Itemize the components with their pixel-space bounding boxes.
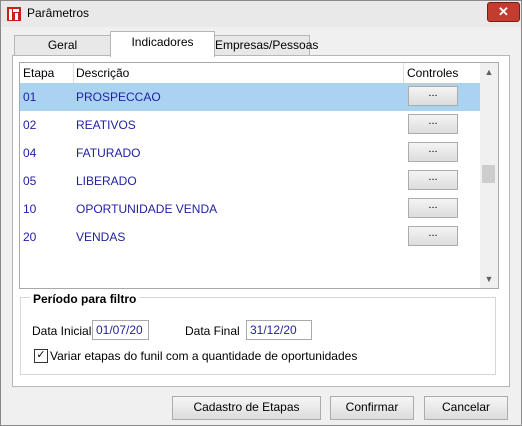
ellipsis-icon: ... [428,171,438,183]
column-divider [73,63,74,83]
table-row[interactable]: 01 PROSPECCAO ... [20,83,480,111]
end-date-field[interactable] [246,320,312,340]
cell-etapa: 02 [23,118,37,132]
cell-descricao: REATIVOS [76,118,136,132]
window-title: Parâmetros [27,6,90,20]
tab-empresas-pessoas[interactable]: Empresas/Pessoas [214,35,318,56]
row-controls-button[interactable]: ... [408,226,458,246]
ellipsis-icon: ... [428,143,438,155]
tab-label: Indicadores [131,35,194,49]
close-button[interactable]: ✕ [487,2,520,22]
button-label: Cancelar [441,400,491,414]
button-label: Cadastro de Etapas [193,400,300,414]
cell-etapa: 20 [23,230,37,244]
grid-header: Etapa Descrição Controles [20,63,480,84]
close-icon: ✕ [498,4,509,19]
start-date-label: Data Inicial [32,324,92,338]
vertical-scrollbar[interactable]: ▲ ▼ [480,63,498,288]
cell-etapa: 04 [23,146,37,160]
cell-etapa: 01 [23,90,37,104]
table-row[interactable]: 20 VENDAS ... [20,223,480,251]
table-row[interactable]: 02 REATIVOS ... [20,111,480,139]
vary-stages-label[interactable]: Variar etapas do funil com a quantidade … [50,349,357,363]
confirm-button[interactable]: Confirmar [330,396,414,420]
app-icon [7,7,21,21]
ellipsis-icon: ... [428,227,438,239]
tab-label: Empresas/Pessoas [215,38,319,52]
cell-descricao: OPORTUNIDADE VENDA [76,202,218,216]
cell-descricao: PROSPECCAO [76,90,161,104]
scroll-down-icon[interactable]: ▼ [480,270,498,288]
cell-etapa: 05 [23,174,37,188]
button-label: Confirmar [345,400,399,414]
cell-etapa: 10 [23,202,37,216]
header-etapa: Etapa [23,66,55,80]
scroll-thumb[interactable] [482,165,495,183]
cell-descricao: FATURADO [76,146,141,160]
ellipsis-icon: ... [428,87,438,99]
period-legend: Período para filtro [30,292,140,306]
cell-descricao: LIBERADO [76,174,137,188]
column-divider [403,63,404,83]
tab-label: Geral [47,38,78,52]
scroll-up-icon[interactable]: ▲ [480,63,498,81]
tab-indicadores[interactable]: Indicadores [110,31,215,57]
row-controls-button[interactable]: ... [408,198,458,218]
table-row[interactable]: 04 FATURADO ... [20,139,480,167]
ellipsis-icon: ... [428,199,438,211]
header-controles: Controles [407,66,459,80]
cancel-button[interactable]: Cancelar [424,396,508,420]
row-controls-button[interactable]: ... [408,86,458,106]
vary-stages-checkbox[interactable]: ✓ [34,349,48,363]
cadastro-etapas-button[interactable]: Cadastro de Etapas [172,396,321,420]
checkmark-icon: ✓ [36,349,46,361]
table-row[interactable]: 10 OPORTUNIDADE VENDA ... [20,195,480,223]
header-descricao: Descrição [76,66,130,80]
title-bar: Parâmetros ✕ [1,1,521,27]
start-date-field[interactable] [92,320,149,340]
tab-geral[interactable]: Geral [14,35,111,56]
row-controls-button[interactable]: ... [408,170,458,190]
row-controls-button[interactable]: ... [408,142,458,162]
row-controls-button[interactable]: ... [408,114,458,134]
ellipsis-icon: ... [428,115,438,127]
cell-descricao: VENDAS [76,230,126,244]
stages-grid[interactable]: Etapa Descrição Controles 01 PROSPECCAO … [19,62,499,289]
end-date-label: Data Final [185,324,240,338]
table-row[interactable]: 05 LIBERADO ... [20,167,480,195]
